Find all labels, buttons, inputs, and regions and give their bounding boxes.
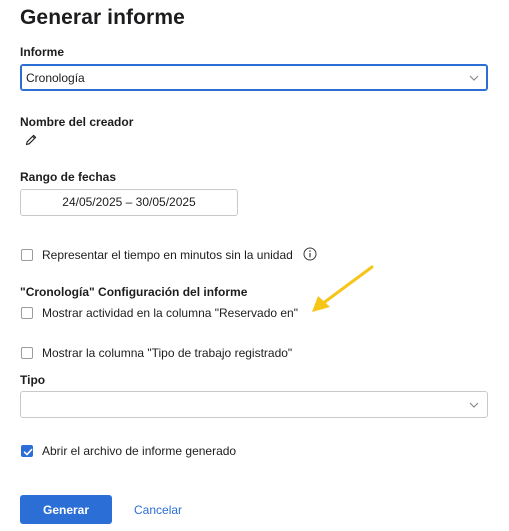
chevron-down-icon	[469, 402, 479, 408]
creator-label: Nombre del creador	[20, 115, 134, 129]
section-title: "Cronología" Configuración del informe	[20, 285, 248, 299]
date-range-value: 24/05/2025 – 30/05/2025	[62, 195, 196, 209]
report-select-value: Cronología	[26, 71, 85, 85]
show-work-type-label: Mostrar la columna "Tipo de trabajo regi…	[42, 346, 293, 360]
info-icon[interactable]	[303, 247, 317, 261]
type-label: Tipo	[20, 373, 46, 387]
chevron-down-icon	[469, 75, 479, 81]
time-minutes-checkbox[interactable]	[21, 249, 33, 261]
cancel-button[interactable]: Cancelar	[134, 503, 182, 517]
show-work-type-checkbox[interactable]	[21, 347, 33, 359]
date-range-input[interactable]: 24/05/2025 – 30/05/2025	[20, 189, 238, 216]
date-range-label: Rango de fechas	[20, 170, 117, 184]
checkmark-icon	[23, 448, 33, 456]
type-select[interactable]	[20, 391, 488, 418]
pencil-icon[interactable]	[24, 133, 38, 147]
show-activity-label: Mostrar actividad en la columna "Reserva…	[42, 306, 298, 320]
report-select[interactable]: Cronología	[20, 64, 488, 91]
page-title: Generar informe	[20, 6, 185, 29]
time-minutes-label: Representar el tiempo en minutos sin la …	[42, 248, 293, 262]
annotation-arrow-icon	[312, 265, 374, 312]
report-label: Informe	[20, 45, 65, 59]
open-file-label: Abrir el archivo de informe generado	[42, 444, 237, 458]
generate-button[interactable]: Generar	[20, 495, 112, 524]
open-file-checkbox[interactable]	[21, 445, 33, 457]
show-activity-checkbox[interactable]	[21, 307, 33, 319]
